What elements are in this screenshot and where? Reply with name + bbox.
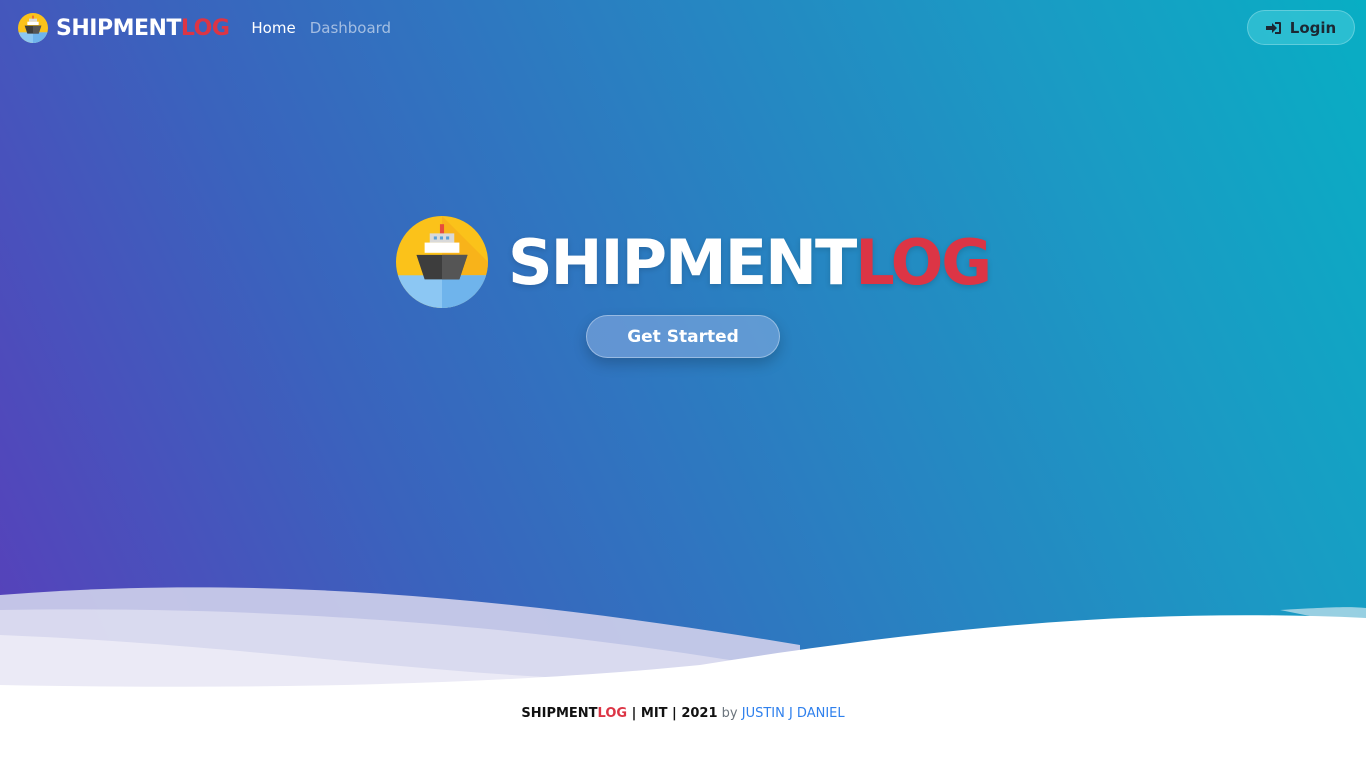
nav-link-home[interactable]: Home [251,19,295,37]
brand[interactable]: SHIPMENTLOG [18,13,230,43]
hero-background [0,0,1366,767]
nav-links: Home Dashboard [251,19,391,37]
footer-author-link[interactable]: JUSTIN J DANIEL [742,706,845,721]
top-navbar: SHIPMENTLOG Home Dashboard Login [0,0,1366,56]
login-label: Login [1289,18,1337,37]
wave-decoration [0,587,1366,767]
nav-link-dashboard[interactable]: Dashboard [310,19,391,37]
hero-title: SHIPMENTLOG [508,225,992,299]
brand-name: SHIPMENTLOG [56,15,230,41]
ship-icon [396,216,488,308]
login-button[interactable]: Login [1247,10,1355,45]
get-started-button[interactable]: Get Started [586,315,780,358]
sign-in-icon [1265,21,1281,34]
footer-meta: | MIT | 2021 [627,706,718,721]
footer-brand-main: SHIPMENT [521,706,598,721]
hero-logo: SHIPMENTLOG [396,216,992,308]
footer-by: by [717,706,742,721]
ship-logo-icon [18,13,48,43]
footer: SHIPMENTLOG | MIT | 2021 by JUSTIN J DAN… [0,706,1366,721]
footer-brand-accent: LOG [597,706,628,721]
